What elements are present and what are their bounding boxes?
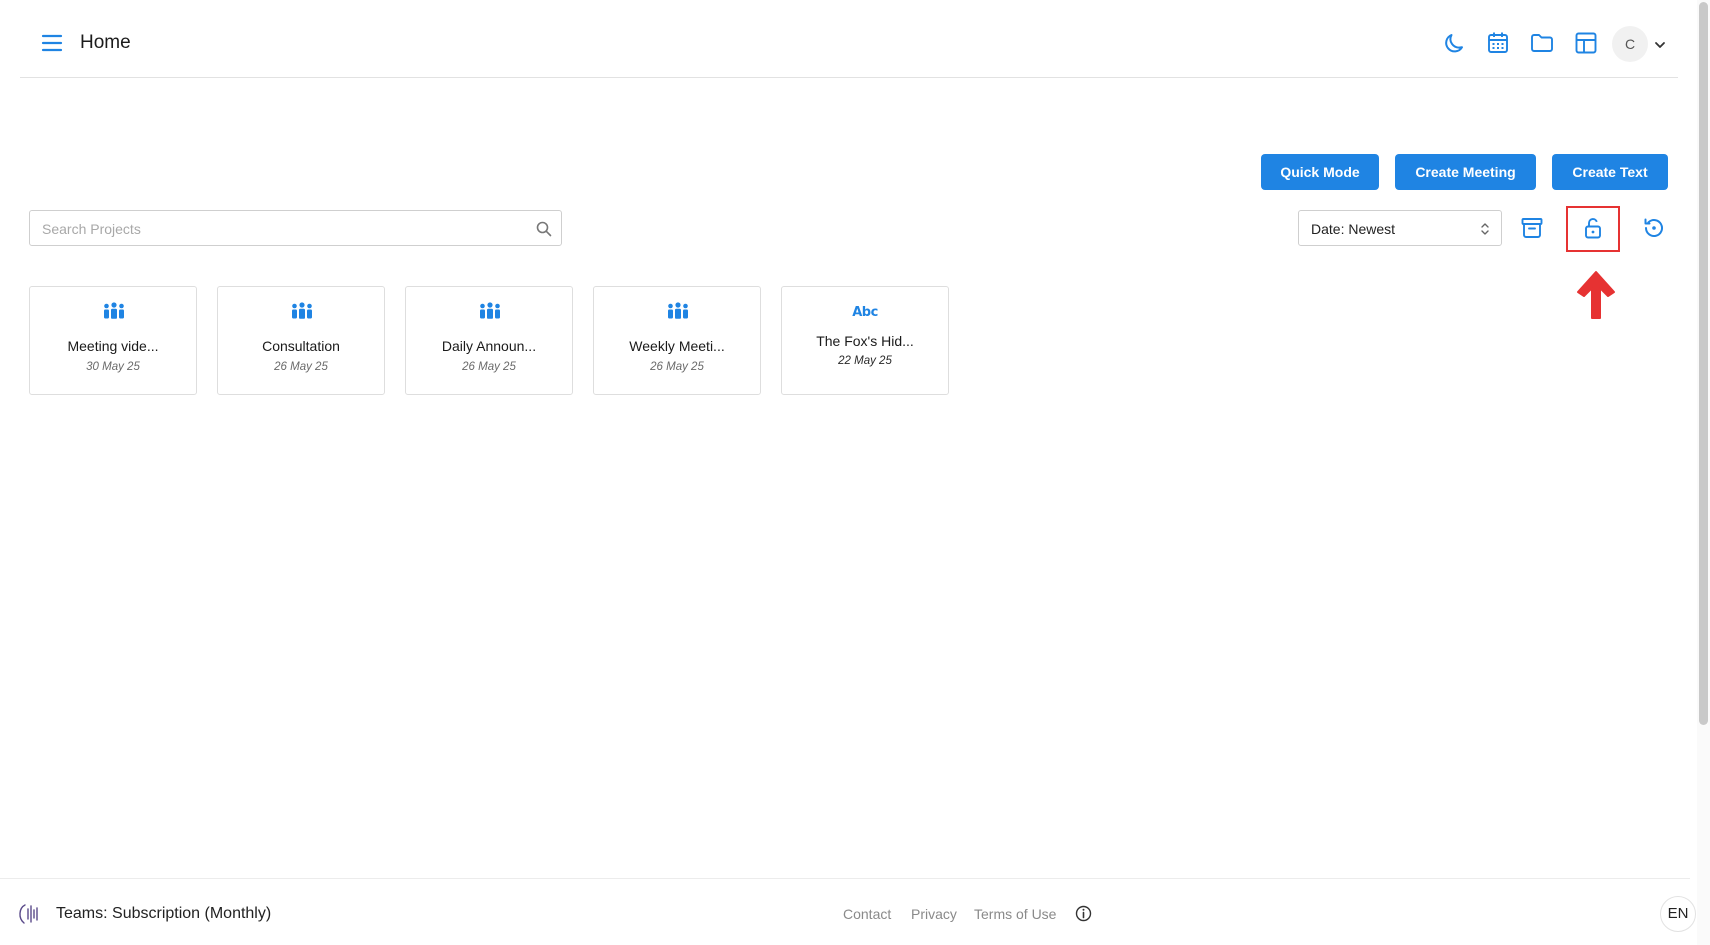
top-header: Home C	[20, 0, 1678, 78]
project-date: 26 May 25	[462, 361, 516, 373]
project-date: 30 May 25	[86, 361, 140, 373]
project-title: Weekly Meeti...	[629, 338, 725, 354]
folder-icon[interactable]	[1528, 29, 1556, 57]
people-icon	[102, 302, 126, 320]
logo-icon	[16, 901, 42, 927]
page-title: Home	[80, 32, 131, 53]
contact-link[interactable]: Contact	[843, 906, 891, 922]
info-icon[interactable]	[1075, 905, 1092, 922]
calendar-icon[interactable]	[1484, 29, 1512, 57]
project-card[interactable]: Consultation 26 May 25	[217, 286, 385, 395]
project-card[interactable]: Daily Announ... 26 May 25	[405, 286, 573, 395]
search-icon[interactable]	[535, 220, 553, 238]
project-date: 22 May 25	[838, 355, 892, 367]
select-arrows-icon	[1479, 222, 1491, 236]
privacy-link[interactable]: Privacy	[911, 906, 957, 922]
sort-selected-value: Date: Newest	[1311, 221, 1396, 237]
red-arrow-icon	[1574, 270, 1618, 320]
people-icon	[478, 302, 502, 320]
create-meeting-button[interactable]: Create Meeting	[1395, 154, 1536, 190]
moon-icon[interactable]	[1440, 29, 1468, 57]
sort-select[interactable]: Date: Newest	[1298, 210, 1502, 246]
footer: Teams: Subscription (Monthly) Contact Pr…	[0, 878, 1696, 945]
table-icon[interactable]	[1572, 29, 1600, 57]
chevron-down-icon[interactable]	[1654, 38, 1666, 50]
project-card[interactable]: Abc The Fox's Hid... 22 May 25	[781, 286, 949, 395]
user-menu[interactable]: C	[1612, 26, 1676, 62]
project-card[interactable]: Weekly Meeti... 26 May 25	[593, 286, 761, 395]
people-icon	[666, 302, 690, 320]
scrollbar-thumb[interactable]	[1699, 2, 1708, 725]
project-date: 26 May 25	[650, 361, 704, 373]
archive-icon[interactable]	[1518, 214, 1546, 242]
avatar[interactable]: C	[1612, 26, 1648, 62]
project-title: Meeting vide...	[67, 338, 159, 354]
create-text-button[interactable]: Create Text	[1552, 154, 1668, 190]
menu-icon[interactable]	[40, 30, 66, 56]
project-title: Daily Announ...	[441, 338, 537, 354]
project-title: Consultation	[262, 338, 340, 354]
search-input[interactable]	[42, 219, 522, 239]
terms-link[interactable]: Terms of Use	[974, 906, 1056, 922]
project-date: 26 May 25	[274, 361, 328, 373]
history-icon[interactable]	[1640, 214, 1668, 242]
scrollbar	[1697, 0, 1710, 945]
unlock-icon[interactable]	[1579, 214, 1607, 242]
project-title: The Fox's Hid...	[816, 333, 914, 349]
subscription-plan: Teams: Subscription (Monthly)	[56, 905, 272, 922]
language-button[interactable]: EN	[1660, 896, 1696, 932]
quick-mode-button[interactable]: Quick Mode	[1261, 154, 1379, 190]
people-icon	[290, 302, 314, 320]
project-card[interactable]: Meeting vide... 30 May 25	[29, 286, 197, 395]
abc-icon: Abc	[852, 305, 878, 320]
search-box	[29, 210, 562, 246]
